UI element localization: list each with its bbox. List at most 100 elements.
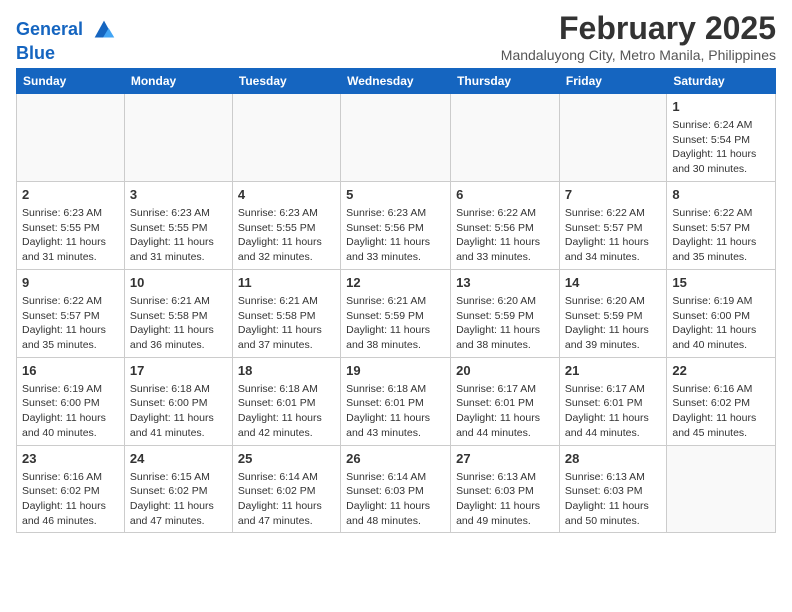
day-info: Sunrise: 6:22 AM Sunset: 5:57 PM Dayligh… [565,206,661,265]
day-info: Sunrise: 6:23 AM Sunset: 5:56 PM Dayligh… [346,206,445,265]
calendar-cell: 24 Sunrise: 6:15 AM Sunset: 6:02 PM Dayli… [124,445,232,533]
day-number: 8 [672,186,770,204]
day-info: Sunrise: 6:22 AM Sunset: 5:57 PM Dayligh… [22,294,119,353]
day-number: 16 [22,362,119,380]
day-info: Sunrise: 6:18 AM Sunset: 6:00 PM Dayligh… [130,382,227,441]
calendar-cell: 5 Sunrise: 6:23 AM Sunset: 5:56 PM Daylig… [341,181,451,269]
weekday-header: Thursday [451,68,560,93]
calendar-cell: 26 Sunrise: 6:14 AM Sunset: 6:03 PM Dayli… [341,445,451,533]
day-number: 9 [22,274,119,292]
logo-general: General [16,19,83,39]
calendar-week-row: 9 Sunrise: 6:22 AM Sunset: 5:57 PM Daylig… [17,269,776,357]
calendar-cell [559,93,666,181]
day-number: 17 [130,362,227,380]
calendar-cell [451,93,560,181]
day-number: 13 [456,274,554,292]
calendar-week-row: 2 Sunrise: 6:23 AM Sunset: 5:55 PM Daylig… [17,181,776,269]
day-info: Sunrise: 6:23 AM Sunset: 5:55 PM Dayligh… [238,206,335,265]
day-info: Sunrise: 6:22 AM Sunset: 5:56 PM Dayligh… [456,206,554,265]
location-subtitle: Mandaluyong City, Metro Manila, Philippi… [501,47,776,63]
calendar-cell: 13 Sunrise: 6:20 AM Sunset: 5:59 PM Dayli… [451,269,560,357]
day-info: Sunrise: 6:18 AM Sunset: 6:01 PM Dayligh… [238,382,335,441]
day-info: Sunrise: 6:19 AM Sunset: 6:00 PM Dayligh… [22,382,119,441]
day-number: 28 [565,450,661,468]
day-info: Sunrise: 6:21 AM Sunset: 5:59 PM Dayligh… [346,294,445,353]
day-info: Sunrise: 6:18 AM Sunset: 6:01 PM Dayligh… [346,382,445,441]
day-info: Sunrise: 6:24 AM Sunset: 5:54 PM Dayligh… [672,118,770,177]
day-number: 3 [130,186,227,204]
month-title: February 2025 [501,10,776,47]
calendar-cell: 10 Sunrise: 6:21 AM Sunset: 5:58 PM Dayli… [124,269,232,357]
logo-line1: General [16,16,118,44]
day-info: Sunrise: 6:14 AM Sunset: 6:03 PM Dayligh… [346,470,445,529]
day-number: 25 [238,450,335,468]
calendar-cell: 2 Sunrise: 6:23 AM Sunset: 5:55 PM Daylig… [17,181,125,269]
calendar-cell [232,93,340,181]
day-number: 7 [565,186,661,204]
day-number: 26 [346,450,445,468]
calendar-cell [341,93,451,181]
weekday-header: Saturday [667,68,776,93]
weekday-header: Wednesday [341,68,451,93]
calendar-table: SundayMondayTuesdayWednesdayThursdayFrid… [16,68,776,534]
day-info: Sunrise: 6:16 AM Sunset: 6:02 PM Dayligh… [22,470,119,529]
header: General Blue February 2025 Mandaluyong C… [16,10,776,64]
calendar-week-row: 16 Sunrise: 6:19 AM Sunset: 6:00 PM Dayli… [17,357,776,445]
day-info: Sunrise: 6:21 AM Sunset: 5:58 PM Dayligh… [130,294,227,353]
weekday-header: Monday [124,68,232,93]
day-number: 12 [346,274,445,292]
day-info: Sunrise: 6:20 AM Sunset: 5:59 PM Dayligh… [456,294,554,353]
day-number: 15 [672,274,770,292]
calendar-cell [667,445,776,533]
day-number: 20 [456,362,554,380]
calendar-cell: 21 Sunrise: 6:17 AM Sunset: 6:01 PM Dayli… [559,357,666,445]
calendar-cell [124,93,232,181]
day-number: 24 [130,450,227,468]
day-info: Sunrise: 6:19 AM Sunset: 6:00 PM Dayligh… [672,294,770,353]
calendar-header: SundayMondayTuesdayWednesdayThursdayFrid… [17,68,776,93]
calendar-cell: 20 Sunrise: 6:17 AM Sunset: 6:01 PM Dayli… [451,357,560,445]
weekday-header: Sunday [17,68,125,93]
calendar-cell: 27 Sunrise: 6:13 AM Sunset: 6:03 PM Dayli… [451,445,560,533]
day-number: 10 [130,274,227,292]
calendar-cell: 22Sunrise: 6:16 AM Sunset: 6:02 PM Dayli… [667,357,776,445]
calendar-cell: 14 Sunrise: 6:20 AM Sunset: 5:59 PM Dayli… [559,269,666,357]
calendar-cell: 25Sunrise: 6:14 AM Sunset: 6:02 PM Dayli… [232,445,340,533]
day-number: 14 [565,274,661,292]
calendar-cell: 12 Sunrise: 6:21 AM Sunset: 5:59 PM Dayli… [341,269,451,357]
calendar-week-row: 1 Sunrise: 6:24 AM Sunset: 5:54 PM Daylig… [17,93,776,181]
weekday-header: Tuesday [232,68,340,93]
calendar-cell [17,93,125,181]
calendar-cell: 18 Sunrise: 6:18 AM Sunset: 6:01 PM Dayli… [232,357,340,445]
day-number: 21 [565,362,661,380]
day-number: 27 [456,450,554,468]
calendar-cell: 11Sunrise: 6:21 AM Sunset: 5:58 PM Dayli… [232,269,340,357]
day-info: Sunrise: 6:17 AM Sunset: 6:01 PM Dayligh… [456,382,554,441]
logo: General Blue [16,16,118,64]
day-number: 22 [672,362,770,380]
calendar-cell: 3Sunrise: 6:23 AM Sunset: 5:55 PM Daylig… [124,181,232,269]
day-info: Sunrise: 6:17 AM Sunset: 6:01 PM Dayligh… [565,382,661,441]
calendar-cell: 23 Sunrise: 6:16 AM Sunset: 6:02 PM Dayli… [17,445,125,533]
day-number: 4 [238,186,335,204]
calendar-cell: 9 Sunrise: 6:22 AM Sunset: 5:57 PM Daylig… [17,269,125,357]
calendar-cell: 17 Sunrise: 6:18 AM Sunset: 6:00 PM Dayli… [124,357,232,445]
day-number: 2 [22,186,119,204]
day-number: 11 [238,274,335,292]
header-row: SundayMondayTuesdayWednesdayThursdayFrid… [17,68,776,93]
day-info: Sunrise: 6:20 AM Sunset: 5:59 PM Dayligh… [565,294,661,353]
calendar-cell: 4 Sunrise: 6:23 AM Sunset: 5:55 PM Daylig… [232,181,340,269]
calendar-cell: 19Sunrise: 6:18 AM Sunset: 6:01 PM Dayli… [341,357,451,445]
calendar-week-row: 23 Sunrise: 6:16 AM Sunset: 6:02 PM Dayli… [17,445,776,533]
calendar-cell: 7 Sunrise: 6:22 AM Sunset: 5:57 PM Daylig… [559,181,666,269]
day-info: Sunrise: 6:13 AM Sunset: 6:03 PM Dayligh… [456,470,554,529]
day-info: Sunrise: 6:23 AM Sunset: 5:55 PM Dayligh… [22,206,119,265]
day-number: 23 [22,450,119,468]
day-number: 5 [346,186,445,204]
day-number: 1 [672,98,770,116]
day-info: Sunrise: 6:15 AM Sunset: 6:02 PM Dayligh… [130,470,227,529]
day-info: Sunrise: 6:13 AM Sunset: 6:03 PM Dayligh… [565,470,661,529]
day-number: 18 [238,362,335,380]
calendar-cell: 15 Sunrise: 6:19 AM Sunset: 6:00 PM Dayli… [667,269,776,357]
logo-line2: Blue [16,44,118,64]
